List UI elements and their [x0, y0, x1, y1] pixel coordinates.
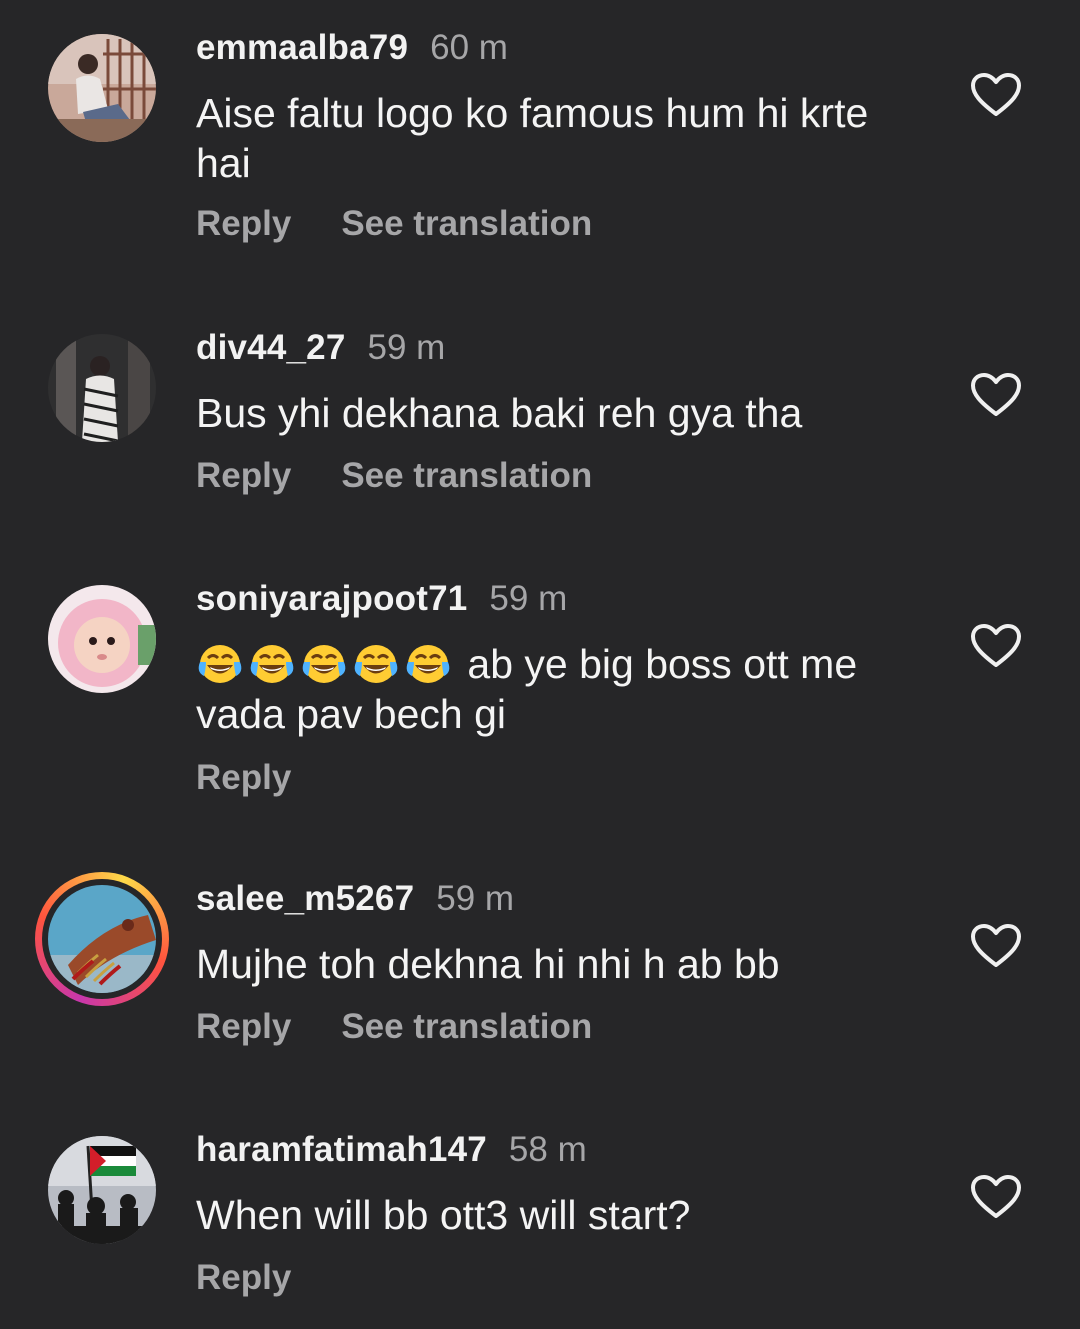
reply-button[interactable]: Reply	[196, 1007, 291, 1047]
username[interactable]: haramfatimah147	[196, 1130, 487, 1170]
see-translation-button[interactable]: See translation	[341, 456, 592, 496]
like-heart-icon[interactable]	[970, 372, 1022, 418]
laughing-emoji-group	[196, 641, 467, 687]
comment-header: soniyarajpoot71 59 m	[196, 575, 567, 623]
comment-header: haramfatimah147 58 m	[196, 1126, 587, 1174]
timestamp: 60 m	[430, 28, 508, 67]
comment-text: Aise faltu logo ko famous hum hi krte ha…	[196, 90, 869, 186]
like-heart-icon[interactable]	[970, 923, 1022, 969]
timestamp: 59 m	[367, 328, 446, 367]
see-translation-button[interactable]: See translation	[341, 204, 592, 244]
face-with-tears-of-joy-icon	[404, 642, 452, 686]
face-with-tears-of-joy-icon	[196, 642, 244, 686]
comment-header: div44_27 59 m	[196, 324, 445, 372]
username[interactable]: div44_27	[196, 328, 346, 368]
face-with-tears-of-joy-icon	[352, 642, 400, 686]
see-translation-button[interactable]: See translation	[341, 1007, 592, 1047]
story-ring-gap	[42, 879, 162, 999]
comment-actions: Reply	[196, 1258, 341, 1298]
like-heart-icon[interactable]	[970, 623, 1022, 669]
avatar[interactable]	[48, 585, 156, 693]
like-heart-icon[interactable]	[970, 1174, 1022, 1220]
comment-text: When will bb ott3 will start?	[196, 1192, 691, 1238]
comment-text: Mujhe toh dekhna hi nhi h ab bb	[196, 941, 780, 987]
avatar-with-story-ring[interactable]	[35, 872, 169, 1006]
face-with-tears-of-joy-icon	[248, 642, 296, 686]
comment-actions: Reply See translation	[196, 204, 642, 244]
username[interactable]: soniyarajpoot71	[196, 579, 467, 619]
timestamp: 59 m	[489, 579, 568, 618]
comment-actions: Reply See translation	[196, 456, 642, 496]
comment-header: emmaalba79 60 m	[196, 24, 508, 72]
timestamp: 59 m	[436, 879, 515, 918]
comment-actions: Reply See translation	[196, 1007, 642, 1047]
comment-text: ab ye big boss ott me vada pav bech gi	[196, 639, 916, 739]
reply-button[interactable]: Reply	[196, 204, 291, 244]
face-with-tears-of-joy-icon	[300, 642, 348, 686]
comment-text: Bus yhi dekhana baki reh gya tha	[196, 390, 803, 436]
avatar[interactable]	[48, 34, 156, 142]
avatar[interactable]	[48, 1136, 156, 1244]
timestamp: 58 m	[508, 1130, 587, 1169]
reply-button[interactable]: Reply	[196, 758, 291, 798]
like-heart-icon[interactable]	[970, 72, 1022, 118]
username[interactable]: salee_m5267	[196, 879, 414, 919]
avatar	[48, 885, 156, 993]
reply-button[interactable]: Reply	[196, 456, 291, 496]
avatar[interactable]	[48, 334, 156, 442]
comment-actions: Reply	[196, 758, 341, 798]
username[interactable]: emmaalba79	[196, 28, 408, 68]
comment-header: salee_m5267 59 m	[196, 875, 514, 923]
reply-button[interactable]: Reply	[196, 1258, 291, 1298]
